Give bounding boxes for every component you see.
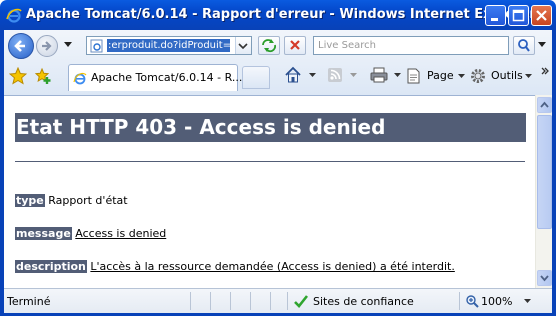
tab-label: Apache Tomcat/6.0.14 - R... bbox=[91, 71, 243, 84]
new-tab-button[interactable] bbox=[242, 66, 270, 89]
chevron-down-icon bbox=[540, 275, 549, 282]
ie-logo-icon bbox=[6, 8, 22, 23]
print-icon[interactable] bbox=[370, 67, 388, 83]
search-placeholder: Live Search bbox=[318, 40, 376, 51]
print-dropdown-icon[interactable] bbox=[394, 73, 401, 78]
description-row: description L'accès à la ressource deman… bbox=[15, 260, 455, 273]
refresh-icon bbox=[262, 39, 277, 53]
type-value: Rapport d'état bbox=[48, 194, 128, 207]
zoom-level[interactable]: 100% bbox=[481, 295, 512, 308]
feeds-dropdown-icon[interactable] bbox=[350, 73, 357, 78]
chevron-down-icon bbox=[458, 74, 465, 78]
type-key: type bbox=[15, 194, 45, 207]
forward-button[interactable] bbox=[36, 35, 58, 57]
status-text: Terminé bbox=[7, 295, 51, 308]
back-button[interactable] bbox=[8, 33, 34, 59]
address-bar[interactable]: :erproduit.do?idProduit=3 bbox=[86, 36, 252, 55]
chevron-down-icon bbox=[525, 74, 532, 78]
add-favorites-icon[interactable] bbox=[34, 67, 52, 85]
page-heading: Etat HTTP 403 - Access is denied bbox=[15, 113, 526, 142]
status-divider bbox=[459, 292, 460, 310]
refresh-button[interactable] bbox=[258, 36, 280, 55]
close-button[interactable] bbox=[531, 5, 552, 26]
search-options-dropdown-icon[interactable] bbox=[538, 42, 546, 48]
page-menu-icon bbox=[407, 68, 420, 84]
maximize-icon bbox=[512, 9, 525, 22]
page-icon bbox=[90, 39, 103, 53]
recent-pages-dropdown-icon[interactable] bbox=[64, 42, 72, 48]
scroll-thumb[interactable] bbox=[537, 115, 552, 229]
minimize-button[interactable] bbox=[485, 5, 506, 26]
tab-active[interactable]: Apache Tomcat/6.0.14 - R... bbox=[68, 64, 242, 91]
message-key: message bbox=[15, 227, 72, 240]
chevron-down-icon bbox=[238, 43, 248, 50]
chevron-up-icon bbox=[540, 101, 549, 108]
status-divider bbox=[270, 292, 271, 310]
status-bar: Terminé Sites de confiance 100% bbox=[4, 288, 552, 313]
close-icon bbox=[536, 10, 547, 21]
back-arrow-icon bbox=[14, 40, 25, 52]
zoom-dropdown-icon[interactable] bbox=[524, 299, 531, 304]
search-button[interactable] bbox=[513, 36, 535, 55]
heading-divider bbox=[15, 161, 525, 162]
description-key: description bbox=[15, 260, 87, 273]
checkmark-icon bbox=[294, 295, 309, 308]
scroll-up-button[interactable] bbox=[537, 97, 552, 113]
zoom-icon[interactable] bbox=[465, 294, 479, 308]
page-content: Etat HTTP 403 - Access is denied type Ra… bbox=[4, 95, 535, 289]
status-divider bbox=[287, 292, 288, 310]
message-value: Access is denied bbox=[75, 227, 167, 240]
forward-arrow-icon bbox=[42, 41, 52, 51]
vertical-scrollbar[interactable] bbox=[535, 95, 552, 288]
toolbar-overflow-icon[interactable] bbox=[541, 66, 549, 78]
stop-button[interactable] bbox=[284, 36, 306, 55]
home-dropdown-icon[interactable] bbox=[309, 73, 316, 78]
favorites-star-icon[interactable] bbox=[9, 67, 27, 85]
description-value: L'accès à la ressource demandée (Access … bbox=[90, 260, 455, 273]
feeds-icon[interactable] bbox=[327, 67, 343, 83]
tools-menu-label: Outils bbox=[491, 69, 523, 82]
status-divider bbox=[190, 292, 191, 310]
gear-icon bbox=[471, 69, 485, 83]
scroll-down-button[interactable] bbox=[537, 270, 552, 286]
minimize-icon bbox=[491, 18, 498, 21]
title-bar[interactable]: Apache Tomcat/6.0.14 - Rapport d'erreur … bbox=[0, 0, 556, 30]
home-icon[interactable] bbox=[284, 66, 302, 84]
maximize-button[interactable] bbox=[508, 5, 529, 26]
url-text[interactable]: :erproduit.do?idProduit=3 bbox=[107, 39, 230, 52]
status-divider bbox=[210, 292, 211, 310]
window-title: Apache Tomcat/6.0.14 - Rapport d'erreur … bbox=[26, 7, 536, 22]
status-divider bbox=[230, 292, 231, 310]
address-dropdown-button[interactable] bbox=[235, 37, 251, 54]
security-zone-label[interactable]: Sites de confiance bbox=[313, 295, 414, 308]
tab-page-icon bbox=[73, 72, 87, 85]
search-input[interactable]: Live Search bbox=[313, 36, 509, 55]
page-menu-label: Page bbox=[427, 69, 454, 82]
status-divider bbox=[250, 292, 251, 310]
type-row: type Rapport d'état bbox=[15, 194, 128, 207]
message-row: message Access is denied bbox=[15, 227, 166, 240]
search-icon bbox=[518, 39, 530, 52]
stop-icon bbox=[290, 40, 300, 50]
